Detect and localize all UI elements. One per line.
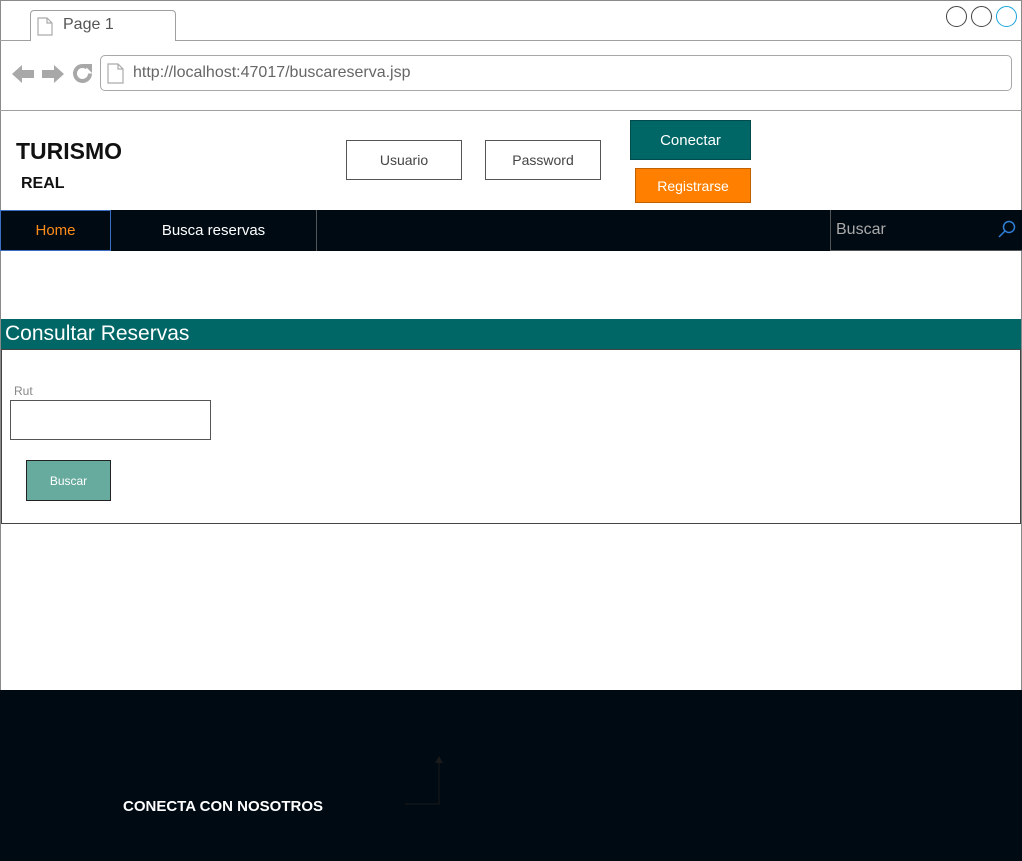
- chrome-divider: [0, 110, 1022, 111]
- close-button[interactable]: [996, 6, 1017, 27]
- username-input[interactable]: Usuario: [346, 140, 462, 180]
- nav-item-home[interactable]: Home: [0, 210, 111, 251]
- tab-divider: [0, 40, 31, 41]
- password-input[interactable]: Password: [485, 140, 601, 180]
- tab-divider: [175, 40, 1022, 41]
- footer-heading: CONECTA CON NOSOTROS: [123, 798, 324, 815]
- forward-arrow-icon[interactable]: [40, 62, 66, 86]
- minimize-button[interactable]: [946, 6, 967, 27]
- tab-title: Page 1: [63, 16, 114, 33]
- footer: [0, 690, 1022, 861]
- corner-arrow-icon: [405, 756, 443, 805]
- brand-subtitle: REAL: [21, 175, 65, 192]
- brand-title: TURISMO: [16, 138, 123, 164]
- register-button[interactable]: Registrarse: [635, 168, 751, 203]
- reload-icon[interactable]: [70, 61, 95, 86]
- search-icon[interactable]: [997, 219, 1017, 239]
- rut-input[interactable]: [10, 400, 211, 440]
- page-icon: [107, 63, 124, 84]
- address-url[interactable]: http://localhost:47017/buscareserva.jsp: [133, 64, 411, 82]
- page-icon: [37, 17, 53, 36]
- search-button[interactable]: Buscar: [26, 460, 111, 501]
- search-placeholder: Buscar: [836, 221, 886, 238]
- back-arrow-icon[interactable]: [10, 62, 36, 86]
- maximize-button[interactable]: [971, 6, 992, 27]
- page-title: Consultar Reservas: [5, 322, 190, 345]
- connect-button[interactable]: Conectar: [630, 120, 751, 160]
- rut-label: Rut: [14, 384, 33, 398]
- nav-item-busca-reservas[interactable]: Busca reservas: [111, 210, 317, 251]
